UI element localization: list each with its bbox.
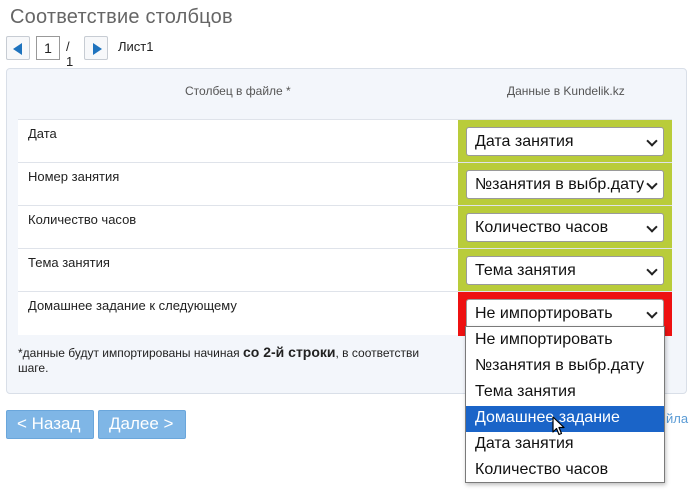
- mouse-pointer-icon: [552, 416, 565, 436]
- sheet-name: Лист1: [118, 39, 154, 54]
- note-prefix: *данные будут импортированы начиная: [18, 346, 243, 360]
- row-label: Домашнее задание к следующему: [28, 298, 237, 313]
- mapping-row: Номер занятия №занятия в выбр.дату: [18, 162, 672, 207]
- mapping-cell-ok: Количество часов: [458, 206, 672, 250]
- dropdown-option[interactable]: Количество часов: [466, 458, 664, 484]
- page-number-input[interactable]: [36, 36, 60, 60]
- chevron-down-icon: [646, 307, 658, 319]
- dropdown-option[interactable]: №занятия в выбр.дату: [466, 354, 664, 380]
- select-value: Не импортировать: [475, 305, 613, 322]
- mapping-cell-ok: №занятия в выбр.дату: [458, 163, 672, 207]
- next-button[interactable]: Далее >: [98, 410, 186, 439]
- dropdown-option[interactable]: Не импортировать: [466, 328, 664, 354]
- import-note: *данные будут импортированы начиная со 2…: [18, 345, 458, 376]
- note-line2: шаге.: [18, 361, 49, 375]
- mapping-select[interactable]: №занятия в выбр.дату: [466, 170, 664, 199]
- select-value: Количество часов: [475, 219, 609, 236]
- mapping-select[interactable]: Тема занятия: [466, 256, 664, 285]
- row-label: Дата: [28, 126, 57, 141]
- page-title: Соответствие столбцов: [10, 6, 233, 28]
- back-button[interactable]: < Назад: [6, 410, 94, 439]
- mapping-row: Количество часов Количество часов: [18, 205, 672, 250]
- next-page-button[interactable]: [84, 36, 108, 60]
- triangle-right-icon: [93, 43, 102, 55]
- row-label: Количество часов: [28, 212, 137, 227]
- select-value: Дата занятия: [475, 133, 574, 150]
- select-dropdown-list: Не импортировать №занятия в выбр.дату Те…: [465, 326, 665, 483]
- mapping-row: Дата Дата занятия: [18, 119, 672, 164]
- row-label: Тема занятия: [28, 255, 110, 270]
- mapping-row: Тема занятия Тема занятия: [18, 248, 672, 293]
- mapping-cell-ok: Тема занятия: [458, 249, 672, 293]
- chevron-down-icon: [646, 135, 658, 147]
- chevron-down-icon: [646, 221, 658, 233]
- note-suffix: , в соответстви: [335, 346, 420, 360]
- page-total: / 1: [66, 39, 74, 69]
- column-header-file: Столбец в файле *: [185, 84, 291, 98]
- prev-page-button[interactable]: [6, 36, 30, 60]
- note-bold: со 2-й строки: [242, 344, 336, 360]
- mapping-select[interactable]: Дата занятия: [466, 127, 664, 156]
- chevron-down-icon: [646, 178, 658, 190]
- mapping-select-open[interactable]: Не импортировать: [466, 299, 664, 328]
- select-value: №занятия в выбр.дату: [475, 176, 645, 193]
- mapping-cell-ok: Дата занятия: [458, 120, 672, 164]
- mapping-select[interactable]: Количество часов: [466, 213, 664, 242]
- dropdown-option[interactable]: Тема занятия: [466, 380, 664, 406]
- row-label: Номер занятия: [28, 169, 120, 184]
- column-header-data: Данные в Kundelik.kz: [507, 84, 625, 98]
- triangle-left-icon: [13, 43, 22, 55]
- chevron-down-icon: [646, 264, 658, 276]
- download-file-link[interactable]: йла: [666, 411, 688, 426]
- select-value: Тема занятия: [475, 262, 576, 279]
